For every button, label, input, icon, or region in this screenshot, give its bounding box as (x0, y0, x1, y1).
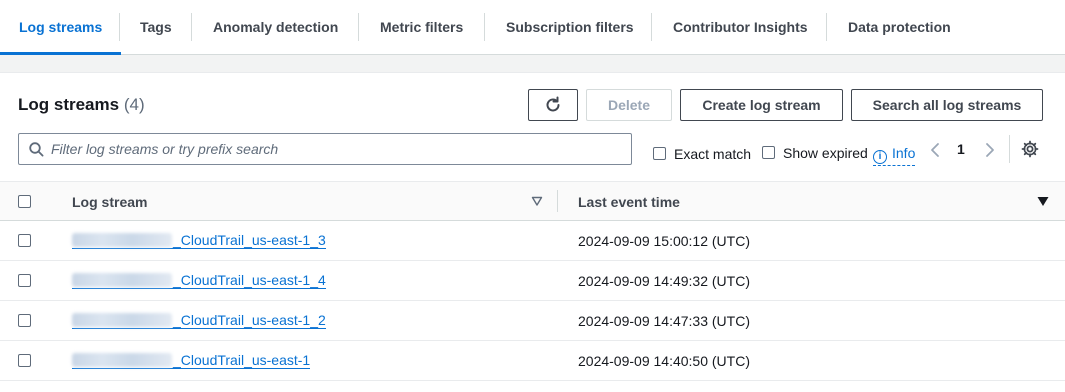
log-stream-name: _CloudTrail_us-east-1 (173, 352, 311, 368)
redacted-prefix (72, 273, 172, 287)
tab-divider (191, 13, 192, 41)
tab-divider (484, 13, 485, 41)
row-checkbox[interactable] (18, 274, 31, 287)
table-row: _CloudTrail_us-east-1_3 2024-09-09 15:00… (0, 221, 1065, 261)
tab-contributor-insights[interactable]: Contributor Insights (673, 0, 808, 55)
log-stream-link[interactable]: _CloudTrail_us-east-1 (72, 352, 311, 369)
row-checkbox[interactable] (18, 314, 31, 327)
tab-divider (826, 13, 827, 41)
current-page-number[interactable]: 1 (957, 141, 965, 157)
column-header-log-stream[interactable]: Log stream (72, 194, 147, 210)
log-stream-link[interactable]: _CloudTrail_us-east-1_4 (72, 273, 326, 289)
table-row: _CloudTrail_us-east-1_2 2024-09-09 14:47… (0, 301, 1065, 341)
pager-divider (1009, 135, 1010, 163)
stream-count: (4) (123, 95, 145, 114)
tab-data-protection[interactable]: Data protection (848, 0, 951, 55)
tab-divider (119, 13, 120, 41)
refresh-icon (546, 96, 560, 112)
log-stream-link[interactable]: _CloudTrail_us-east-1_3 (72, 233, 326, 249)
log-stream-name: _CloudTrail_us-east-1_3 (173, 232, 326, 248)
tab-tags[interactable]: Tags (140, 0, 172, 55)
info-link[interactable]: i Info (873, 145, 916, 166)
tab-bar: Log streams Tags Anomaly detection Metri… (0, 0, 1065, 55)
row-checkbox[interactable] (18, 354, 31, 367)
table-row: _CloudTrail_us-east-1_4 2024-09-09 14:49… (0, 261, 1065, 301)
last-event-time: 2024-09-09 14:47:33 (UTC) (578, 313, 750, 329)
sorted-descending-icon[interactable] (1037, 196, 1049, 207)
tab-divider (651, 13, 652, 41)
gear-icon[interactable] (1021, 140, 1039, 158)
exact-match-checkbox[interactable] (653, 147, 666, 160)
row-checkbox[interactable] (18, 234, 31, 247)
redacted-prefix (72, 233, 172, 247)
log-stream-name: _CloudTrail_us-east-1_4 (173, 272, 326, 288)
log-stream-link[interactable]: _CloudTrail_us-east-1_2 (72, 313, 326, 329)
last-event-time: 2024-09-09 15:00:12 (UTC) (578, 233, 750, 249)
info-link-text: Info (892, 145, 916, 161)
tab-log-streams[interactable]: Log streams (0, 0, 122, 55)
previous-page-icon[interactable] (929, 142, 941, 158)
log-stream-name: _CloudTrail_us-east-1_2 (173, 312, 326, 328)
select-all-checkbox[interactable] (18, 195, 31, 208)
panel-title-text: Log streams (18, 95, 120, 114)
info-icon: i (873, 150, 887, 164)
next-page-icon[interactable] (984, 142, 996, 158)
tab-divider (358, 13, 359, 41)
table-header: Log stream Last event time (0, 181, 1065, 221)
table-row: _CloudTrail_us-east-1 2024-09-09 14:40:5… (0, 341, 1065, 381)
show-expired-checkbox[interactable] (762, 146, 775, 159)
redacted-prefix (72, 313, 172, 327)
panel-title: Log streams (4) (18, 95, 145, 115)
log-streams-panel: Log streams (4) Delete Create log stream… (0, 72, 1065, 392)
delete-button[interactable]: Delete (586, 89, 672, 121)
search-icon (29, 142, 44, 157)
exact-match-label: Exact match (674, 146, 752, 162)
create-log-stream-button[interactable]: Create log stream (680, 89, 843, 121)
search-input[interactable] (51, 134, 621, 164)
filter-search-box[interactable] (18, 133, 632, 165)
search-all-log-streams-button[interactable]: Search all log streams (851, 89, 1043, 121)
redacted-prefix (72, 353, 172, 367)
last-event-time: 2024-09-09 14:49:32 (UTC) (578, 273, 750, 289)
tab-metric-filters[interactable]: Metric filters (380, 0, 463, 55)
column-resizer[interactable] (557, 190, 558, 212)
show-expired-label: Show expired (783, 145, 868, 161)
sort-icon[interactable] (531, 195, 543, 207)
tab-anomaly-detection[interactable]: Anomaly detection (213, 0, 338, 55)
refresh-button[interactable] (528, 89, 578, 121)
column-header-last-event-time[interactable]: Last event time (578, 194, 680, 210)
last-event-time: 2024-09-09 14:40:50 (UTC) (578, 353, 750, 369)
tab-subscription-filters[interactable]: Subscription filters (506, 0, 634, 55)
